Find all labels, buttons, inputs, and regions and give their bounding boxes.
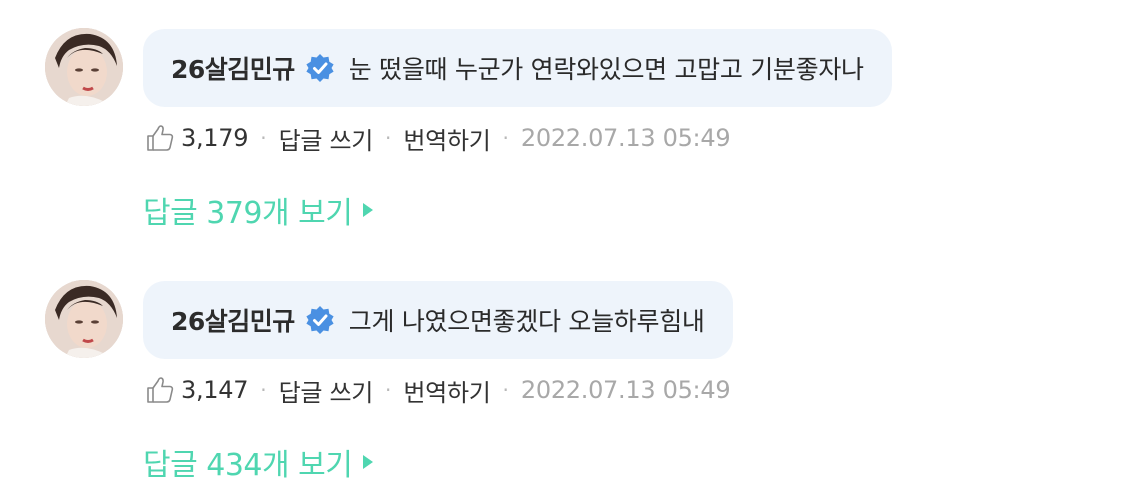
comment-text: 눈 떴을때 누군가 연락와있으면 고맙고 기분좋자나 (348, 55, 864, 84)
comment: 26살김민규 눈 떴을때 누군가 연락와있으면 고맙고 기분좋자나 3,179 … (0, 0, 1124, 232)
comment-date: 2022.07.13 05:49 (520, 376, 731, 404)
verified-badge-icon (305, 305, 335, 335)
separator-dot: · (502, 378, 509, 402)
separator-dot: · (260, 126, 267, 150)
comment-meta: 3,179 · 답글 쓰기 · 번역하기 · 2022.07.13 05:49 (145, 120, 731, 156)
comment-meta: 3,147 · 답글 쓰기 · 번역하기 · 2022.07.13 05:49 (145, 372, 731, 408)
view-replies-label: 답글 379개 보기 (143, 196, 353, 231)
reply-button[interactable]: 답글 쓰기 (279, 121, 374, 156)
avatar[interactable] (45, 28, 123, 106)
view-replies-label: 답글 434개 보기 (143, 448, 353, 483)
view-replies-button[interactable]: 답글 434개 보기 (143, 440, 374, 484)
like-count: 3,179 (181, 124, 249, 152)
comment-bubble: 26살김민규 눈 떴을때 누군가 연락와있으면 고맙고 기분좋자나 (143, 29, 892, 107)
view-replies-button[interactable]: 답글 379개 보기 (143, 188, 374, 232)
reply-button[interactable]: 답글 쓰기 (279, 373, 374, 408)
comment-date: 2022.07.13 05:49 (520, 124, 731, 152)
translate-button[interactable]: 번역하기 (403, 121, 490, 156)
separator-dot: · (502, 126, 509, 150)
thumbs-up-icon[interactable] (145, 375, 175, 405)
comment-author[interactable]: 26살김민규 (171, 50, 295, 86)
caret-right-icon (362, 454, 374, 470)
avatar[interactable] (45, 280, 123, 358)
separator-dot: · (385, 378, 392, 402)
comment-text: 그게 나였으면좋겠다 오늘하루힘내 (348, 307, 705, 336)
like-count: 3,147 (181, 376, 249, 404)
comment: 26살김민규 그게 나였으면좋겠다 오늘하루힘내 3,147 · 답글 쓰기 ·… (0, 252, 1124, 484)
comment-author[interactable]: 26살김민규 (171, 302, 295, 338)
caret-right-icon (362, 202, 374, 218)
separator-dot: · (260, 378, 267, 402)
thumbs-up-icon[interactable] (145, 123, 175, 153)
verified-badge-icon (305, 53, 335, 83)
comment-bubble: 26살김민규 그게 나였으면좋겠다 오늘하루힘내 (143, 281, 733, 359)
translate-button[interactable]: 번역하기 (403, 373, 490, 408)
separator-dot: · (385, 126, 392, 150)
